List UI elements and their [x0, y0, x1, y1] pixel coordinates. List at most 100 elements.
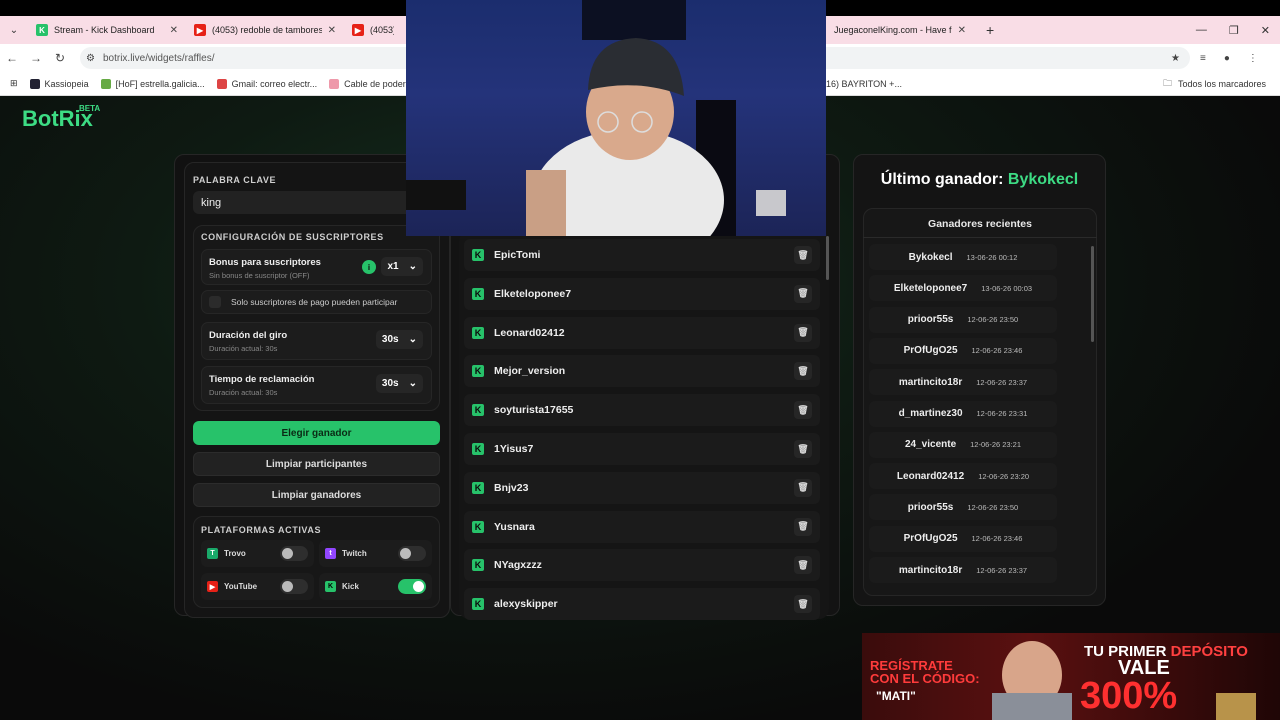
winner-name: PrOfUgO25 — [903, 345, 958, 357]
participants-scrollbar[interactable] — [826, 236, 829, 280]
trash-icon[interactable]: 🗑 — [794, 284, 812, 303]
winner-name: martincito18r — [898, 564, 963, 576]
close-tab-icon[interactable]: ✕ — [170, 25, 178, 36]
clear-winners-button[interactable]: Limpiar ganadores — [193, 483, 440, 507]
winner-date: 12-06-26 23:21 — [970, 440, 1022, 450]
kick-icon: K — [472, 520, 484, 533]
recent-winners-title: Ganadores recientes — [928, 218, 1032, 230]
keyword-title: PALABRA CLAVE — [193, 175, 277, 185]
trash-icon[interactable]: 🗑 — [794, 401, 812, 420]
bookmark-label: [HoF] estrella.galicia... — [115, 78, 205, 89]
keyword-input[interactable]: king — [193, 191, 440, 214]
streamer-video-image — [406, 0, 786, 236]
kick-toggle[interactable] — [398, 579, 426, 594]
profile-avatar[interactable]: ● — [1224, 53, 1230, 64]
bookmark-item[interactable]: [HoF] estrella.galicia... — [100, 78, 205, 89]
clear-participants-button[interactable]: Limpiar participantes — [193, 452, 440, 476]
trash-icon[interactable]: 🗑 — [794, 362, 812, 381]
close-tab-icon[interactable]: ✕ — [328, 25, 336, 36]
participant-row: K Elketeloponee7 🗑 — [464, 277, 820, 310]
minimize-icon[interactable]: — — [1196, 24, 1207, 36]
only-paid-checkbox[interactable] — [209, 296, 221, 308]
winner-date: 13-06-26 00:12 — [966, 252, 1018, 262]
new-tab-button[interactable]: + — [986, 22, 994, 38]
all-bookmarks[interactable]: 🗀 Todos los marcadores — [1163, 76, 1266, 92]
chevron-down-icon: ⌄ — [408, 261, 417, 272]
participant-row: K Yusnara 🗑 — [464, 510, 820, 543]
claim-time-select[interactable]: 30s ⌄ — [375, 374, 423, 393]
last-winner-name: Bykokecl — [1007, 171, 1079, 188]
recent-winner-row: Elketeloponee7 13-06-26 00:03 — [869, 275, 1057, 302]
participant-name: Leonard02412 — [494, 326, 565, 339]
tab-kick-dashboard[interactable]: K Stream - Kick Dashboard ✕ — [28, 16, 186, 44]
participant-name: Yusnara — [494, 520, 535, 533]
recent-winner-row: Bykokecl 13-06-26 00:12 — [869, 244, 1057, 270]
bookmark-item[interactable]: Kassiopeia — [29, 78, 89, 89]
ad-register-text: REGÍSTRATE CON EL CÓDIGO: — [870, 658, 980, 686]
trovo-toggle[interactable] — [280, 546, 308, 561]
botrix-logo[interactable]: BotRix BETA — [22, 104, 100, 132]
back-icon[interactable]: ← — [0, 51, 24, 65]
spin-duration-select[interactable]: 30s ⌄ — [375, 330, 423, 349]
tab-juegaconelking[interactable]: JuegaconelKing.com - Have fu ✕ — [826, 16, 974, 44]
select-value: 30s — [381, 378, 399, 389]
winners-scrollbar[interactable] — [1091, 246, 1094, 342]
recent-winner-row: d_martinez30 12-06-26 23:31 — [869, 400, 1057, 427]
participant-name: Elketeloponee7 — [494, 287, 572, 300]
winner-date: 13-06-26 00:03 — [981, 283, 1033, 293]
trash-icon[interactable]: 🗑 — [794, 478, 812, 497]
subs-config-title: CONFIGURACIÓN DE SUSCRIPTORES — [201, 232, 384, 242]
ad-armor — [992, 693, 1072, 720]
bookmark-star-icon[interactable]: ★ — [1171, 53, 1180, 64]
trash-icon[interactable]: 🗑 — [794, 440, 812, 458]
spin-duration-row: Duración del giro Duración actual: 30s 3… — [201, 322, 432, 360]
apps-grid-icon[interactable]: ⊞ — [10, 78, 18, 89]
platform-label: YouTube — [224, 582, 258, 591]
pick-winner-button[interactable]: Elegir ganador — [193, 421, 440, 445]
kick-icon: K — [472, 365, 484, 378]
trash-icon[interactable]: 🗑 — [794, 517, 812, 536]
reload-icon[interactable]: ↻ — [48, 51, 72, 65]
close-tab-icon[interactable]: ✕ — [958, 25, 966, 36]
bookmark-item[interactable]: Gmail: correo electr... — [216, 78, 317, 89]
media-icon[interactable]: ≡ — [1200, 53, 1206, 64]
tab-title: Stream - Kick Dashboard — [54, 25, 155, 35]
sub-bonus-select[interactable]: x1 ⌄ — [381, 257, 423, 276]
platform-trovo: T Trovo — [201, 540, 314, 567]
youtube-toggle[interactable] — [280, 579, 308, 594]
chevron-down-icon: ⌄ — [408, 334, 417, 345]
site-info-icon[interactable]: ⚙ — [86, 53, 95, 64]
participant-row: K 1Yisus7 🗑 — [464, 433, 820, 465]
gmail-icon — [216, 78, 227, 89]
king-logo-shape — [406, 180, 466, 210]
only-paid-row[interactable]: Solo suscriptores de pago pueden partici… — [201, 290, 432, 314]
trash-icon[interactable]: 🗑 — [794, 595, 812, 614]
tab-youtube-1[interactable]: ▶ (4053) redoble de tambores efe ✕ — [186, 16, 344, 44]
forward-icon[interactable]: → — [24, 51, 48, 65]
tab-youtube-2[interactable]: ▶ (4053) Mati — [344, 16, 402, 44]
menu-icon[interactable]: ⋮ — [1248, 53, 1258, 64]
trash-icon[interactable]: 🗑 — [794, 246, 812, 264]
trash-icon[interactable]: 🗑 — [794, 556, 812, 575]
info-icon[interactable]: i — [362, 260, 376, 274]
webcam-overlay — [406, 0, 826, 236]
beta-badge: BETA — [79, 104, 101, 113]
last-winner-heading: Último ganador: Bykokecl — [853, 171, 1106, 189]
recent-winner-row: martincito18r 12-06-26 23:37 — [869, 369, 1057, 396]
kick-icon: K — [472, 249, 484, 261]
twitch-toggle[interactable] — [398, 546, 426, 561]
last-winner-label: Último ganador: — [880, 171, 1004, 188]
recent-winner-row: PrOfUgO25 12-06-26 23:46 — [869, 525, 1057, 552]
maximize-icon[interactable]: ❐ — [1229, 24, 1239, 37]
tv-screen — [582, 0, 686, 40]
participant-row: Kalexyskipper 🗑 — [464, 588, 820, 621]
winner-date: 12-06-26 23:46 — [971, 534, 1023, 544]
winner-name: martincito18r — [898, 376, 963, 388]
casino-ad-banner[interactable]: REGÍSTRATE CON EL CÓDIGO: "MATI" TU PRIM… — [862, 633, 1280, 720]
participant-row: K NYagxzzz 🗑 — [464, 549, 820, 582]
close-window-icon[interactable]: ✕ — [1261, 24, 1270, 37]
bookmark-item[interactable]: 16) BAYRITON +... — [826, 79, 902, 89]
recent-winner-row: PrOfUgO25 12-06-26 23:46 — [869, 337, 1057, 364]
trash-icon[interactable]: 🗑 — [794, 323, 812, 342]
tab-search-icon[interactable]: ⌄ — [0, 25, 28, 36]
